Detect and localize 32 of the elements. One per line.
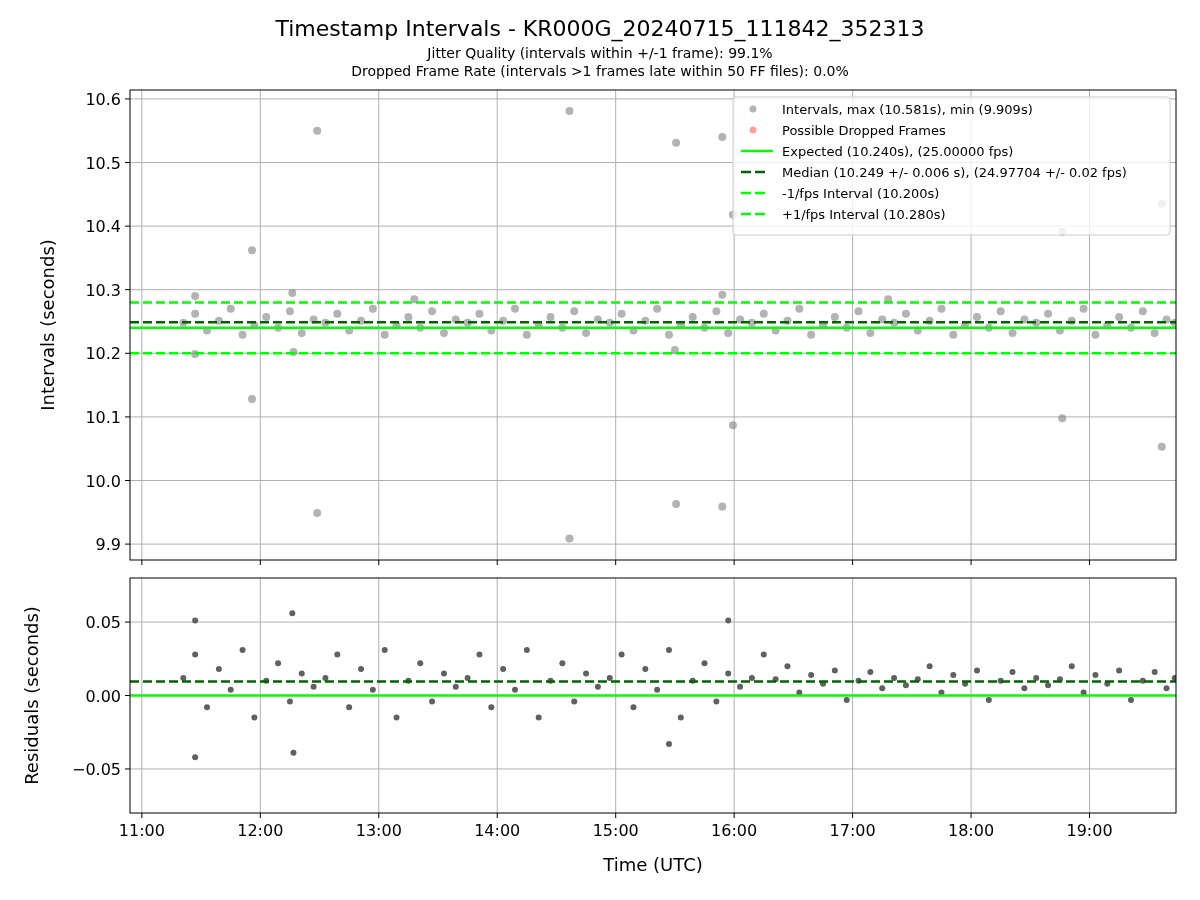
- legend-label: Median (10.249 +/- 0.006 s), (24.97704 +/- 0.02 fps): [782, 164, 1127, 180]
- figure-subtitle: Dropped Frame Rate (intervals >1 frames late within 50 FF files): 0.0%: [351, 62, 849, 80]
- tick-label: 16:00: [711, 821, 758, 840]
- tick-label: 17:00: [829, 821, 876, 840]
- tick-label: 10.3: [85, 280, 121, 300]
- tick-label: 12:00: [237, 821, 284, 840]
- tick-label: 10.1: [85, 407, 121, 427]
- tick-label: 10.6: [85, 89, 121, 109]
- legend-label: Expected (10.240s), (25.00000 fps): [782, 143, 1014, 159]
- tick-label: 10.2: [85, 344, 121, 364]
- axis-label: Time (UTC): [603, 854, 703, 875]
- tick-label: 0.05: [85, 613, 121, 633]
- tick-label: 15:00: [592, 821, 639, 840]
- tick-label: 9.9: [95, 535, 121, 555]
- legend-label: Intervals, max (10.581s), min (9.909s): [782, 101, 1033, 117]
- legend-label: -1/fps Interval (10.200s): [782, 185, 940, 201]
- axis-label: Residuals (seconds): [21, 606, 42, 785]
- tick-label: 14:00: [474, 821, 521, 840]
- tick-label: 10.4: [85, 217, 121, 237]
- tick-label: 0.00: [85, 686, 121, 706]
- legend-label: +1/fps Interval (10.280s): [782, 206, 946, 222]
- tick-label: 11:00: [118, 821, 165, 840]
- legend-label: Possible Dropped Frames: [782, 122, 946, 138]
- tick-label: 10.5: [85, 153, 121, 173]
- figure-subtitle: Jitter Quality (intervals within +/-1 frame): 99.1%: [427, 44, 773, 62]
- tick-label: −0.05: [71, 759, 121, 779]
- tick-label: 13:00: [355, 821, 402, 840]
- tick-label: 19:00: [1066, 821, 1113, 840]
- tick-label: 18:00: [948, 821, 995, 840]
- tick-label: 10.0: [85, 471, 121, 491]
- axis-label: Intervals (seconds): [37, 239, 58, 411]
- figure-title: Timestamp Intervals - KR000G_20240715_111842_352313: [275, 15, 925, 44]
